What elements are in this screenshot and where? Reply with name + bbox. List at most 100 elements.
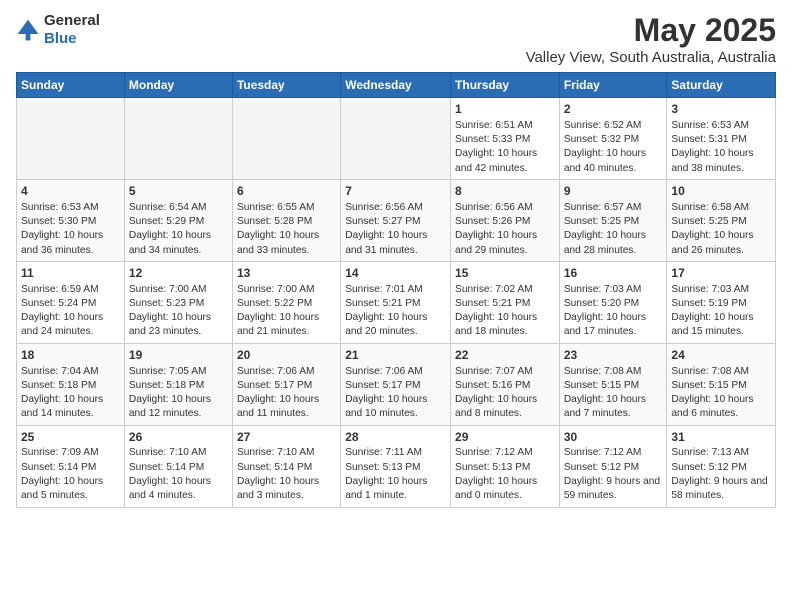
sunrise-info: Sunrise: 6:56 AM (345, 202, 423, 213)
daylight-label: Daylight: 10 hours and 34 minutes. (129, 230, 211, 255)
week-row-4: 18Sunrise: 7:04 AMSunset: 5:18 PMDayligh… (17, 343, 776, 425)
sunset-info: Sunset: 5:13 PM (455, 462, 530, 473)
daylight-label: Daylight: 10 hours and 42 minutes. (455, 148, 537, 173)
cell-w4-d2: 19Sunrise: 7:05 AMSunset: 5:18 PMDayligh… (124, 343, 232, 425)
cell-w5-d6: 30Sunrise: 7:12 AMSunset: 5:12 PMDayligh… (559, 425, 667, 507)
daylight-label: Daylight: 9 hours and 58 minutes. (671, 476, 767, 501)
sunrise-info: Sunrise: 6:51 AM (455, 120, 533, 131)
sunset-info: Sunset: 5:25 PM (671, 216, 746, 227)
sunset-info: Sunset: 5:12 PM (671, 462, 746, 473)
col-monday: Monday (124, 73, 232, 98)
daylight-label: Daylight: 10 hours and 12 minutes. (129, 394, 211, 419)
cell-w2-d2: 5Sunrise: 6:54 AMSunset: 5:29 PMDaylight… (124, 179, 232, 261)
sunrise-info: Sunrise: 6:55 AM (237, 202, 315, 213)
sunset-info: Sunset: 5:25 PM (564, 216, 639, 227)
sunrise-info: Sunrise: 6:53 AM (21, 202, 99, 213)
day-number: 6 (237, 183, 336, 200)
cell-w5-d5: 29Sunrise: 7:12 AMSunset: 5:13 PMDayligh… (451, 425, 560, 507)
cell-w2-d5: 8Sunrise: 6:56 AMSunset: 5:26 PMDaylight… (451, 179, 560, 261)
col-sunday: Sunday (17, 73, 125, 98)
sunset-info: Sunset: 5:24 PM (21, 298, 96, 309)
daylight-label: Daylight: 10 hours and 36 minutes. (21, 230, 103, 255)
day-number: 12 (129, 265, 228, 282)
day-number: 25 (21, 429, 120, 446)
day-number: 11 (21, 265, 120, 282)
daylight-label: Daylight: 10 hours and 3 minutes. (237, 476, 319, 501)
cell-w4-d5: 22Sunrise: 7:07 AMSunset: 5:16 PMDayligh… (451, 343, 560, 425)
sunset-info: Sunset: 5:17 PM (237, 380, 312, 391)
day-number: 9 (564, 183, 663, 200)
week-row-3: 11Sunrise: 6:59 AMSunset: 5:24 PMDayligh… (17, 261, 776, 343)
col-tuesday: Tuesday (232, 73, 340, 98)
day-number: 19 (129, 347, 228, 364)
cell-w1-d7: 3Sunrise: 6:53 AMSunset: 5:31 PMDaylight… (667, 98, 776, 180)
day-number: 4 (21, 183, 120, 200)
cell-w3-d4: 14 Sunrise: 7:01 AM Sunset: 5:21 PM Dayligh… (341, 261, 451, 343)
logo-general: General (44, 12, 100, 29)
daylight-label: Daylight: 10 hours and 29 minutes. (455, 230, 537, 255)
daylight-label: Daylight: 10 hours and 26 minutes. (671, 230, 753, 255)
sunset-info: Sunset: 5:30 PM (21, 216, 96, 227)
day-number: 31 (671, 429, 771, 446)
sunrise-info: Sunrise: 7:08 AM (671, 366, 749, 377)
week-row-5: 25Sunrise: 7:09 AMSunset: 5:14 PMDayligh… (17, 425, 776, 507)
daylight-label: Daylight: 10 hours and 0 minutes. (455, 476, 537, 501)
sunset-info: Sunset: 5:21 PM (455, 298, 530, 309)
cell-w5-d3: 27Sunrise: 7:10 AMSunset: 5:14 PMDayligh… (232, 425, 340, 507)
day-number: 18 (21, 347, 120, 364)
day-number: 14 (345, 265, 446, 282)
calendar-table: Sunday Monday Tuesday Wednesday Thursday… (16, 72, 776, 508)
cell-w2-d7: 10Sunrise: 6:58 AMSunset: 5:25 PMDayligh… (667, 179, 776, 261)
daylight-label: Daylight: 10 hours and 28 minutes. (564, 230, 646, 255)
col-thursday: Thursday (451, 73, 560, 98)
sunrise-info: Sunrise: 7:13 AM (671, 447, 749, 458)
sunrise-info: Sunrise: 7:11 AM (345, 447, 422, 458)
cell-w3-d1: 11Sunrise: 6:59 AMSunset: 5:24 PMDayligh… (17, 261, 125, 343)
cell-w4-d6: 23Sunrise: 7:08 AMSunset: 5:15 PMDayligh… (559, 343, 667, 425)
sunrise-info: Sunrise: 6:56 AM (455, 202, 533, 213)
sunset-info: Sunset: 5:27 PM (345, 216, 420, 227)
cell-w1-d6: 2Sunrise: 6:52 AMSunset: 5:32 PMDaylight… (559, 98, 667, 180)
day-number: 5 (129, 183, 228, 200)
sunrise-info: Sunrise: 7:08 AM (564, 366, 642, 377)
sunset-info: Sunset: 5:18 PM (129, 380, 204, 391)
day-number: 28 (345, 429, 446, 446)
main-title: May 2025 (526, 12, 776, 49)
cell-w2-d1: 4 Sunrise: 6:53 AM Sunset: 5:30 PM Daylight… (17, 179, 125, 261)
cell-w5-d2: 26Sunrise: 7:10 AMSunset: 5:14 PMDayligh… (124, 425, 232, 507)
daylight-label: Daylight: 10 hours and 17 minutes. (564, 312, 646, 337)
sunset-info: Sunset: 5:23 PM (129, 298, 204, 309)
day-number: 23 (564, 347, 663, 364)
logo-text: General Blue (44, 12, 100, 48)
daylight-label: Daylight: 10 hours and 21 minutes. (237, 312, 319, 337)
cell-w5-d4: 28Sunrise: 7:11 AMSunset: 5:13 PMDayligh… (341, 425, 451, 507)
day-number: 1 (455, 101, 555, 118)
daylight-label: Daylight: 10 hours and 4 minutes. (129, 476, 211, 501)
cell-w1-d2 (124, 98, 232, 180)
sunrise-info: Sunrise: 7:01 AM (345, 284, 423, 295)
sunset-info: Sunset: 5:15 PM (671, 380, 746, 391)
logo-icon (16, 18, 40, 42)
sunset-info: Sunset: 5:16 PM (455, 380, 530, 391)
cell-w2-d3: 6Sunrise: 6:55 AMSunset: 5:28 PMDaylight… (232, 179, 340, 261)
daylight-label: Daylight: 10 hours and 20 minutes. (345, 312, 427, 337)
sunset-info: Sunset: 5:22 PM (237, 298, 312, 309)
daylight-label: Daylight: 10 hours and 40 minutes. (564, 148, 646, 173)
daylight-label: Daylight: 10 hours and 10 minutes. (345, 394, 427, 419)
sunset-info: Sunset: 5:18 PM (21, 380, 96, 391)
sunrise-info: Sunrise: 7:12 AM (564, 447, 642, 458)
sunset-info: Sunset: 5:21 PM (345, 298, 420, 309)
week-row-2: 4 Sunrise: 6:53 AM Sunset: 5:30 PM Daylight… (17, 179, 776, 261)
page: General Blue May 2025 Valley View, South… (0, 0, 792, 612)
sunrise-info: Sunrise: 6:57 AM (564, 202, 642, 213)
sunset-info: Sunset: 5:13 PM (345, 462, 420, 473)
day-number: 2 (564, 101, 663, 118)
sunrise-info: Sunrise: 7:03 AM (671, 284, 749, 295)
daylight-label: Daylight: 10 hours and 15 minutes. (671, 312, 753, 337)
header-row: Sunday Monday Tuesday Wednesday Thursday… (17, 73, 776, 98)
sunrise-info: Sunrise: 7:10 AM (237, 447, 315, 458)
cell-w5-d1: 25Sunrise: 7:09 AMSunset: 5:14 PMDayligh… (17, 425, 125, 507)
title-section: May 2025 Valley View, South Australia, A… (526, 12, 776, 66)
day-number: 30 (564, 429, 663, 446)
sunset-info: Sunset: 5:20 PM (564, 298, 639, 309)
